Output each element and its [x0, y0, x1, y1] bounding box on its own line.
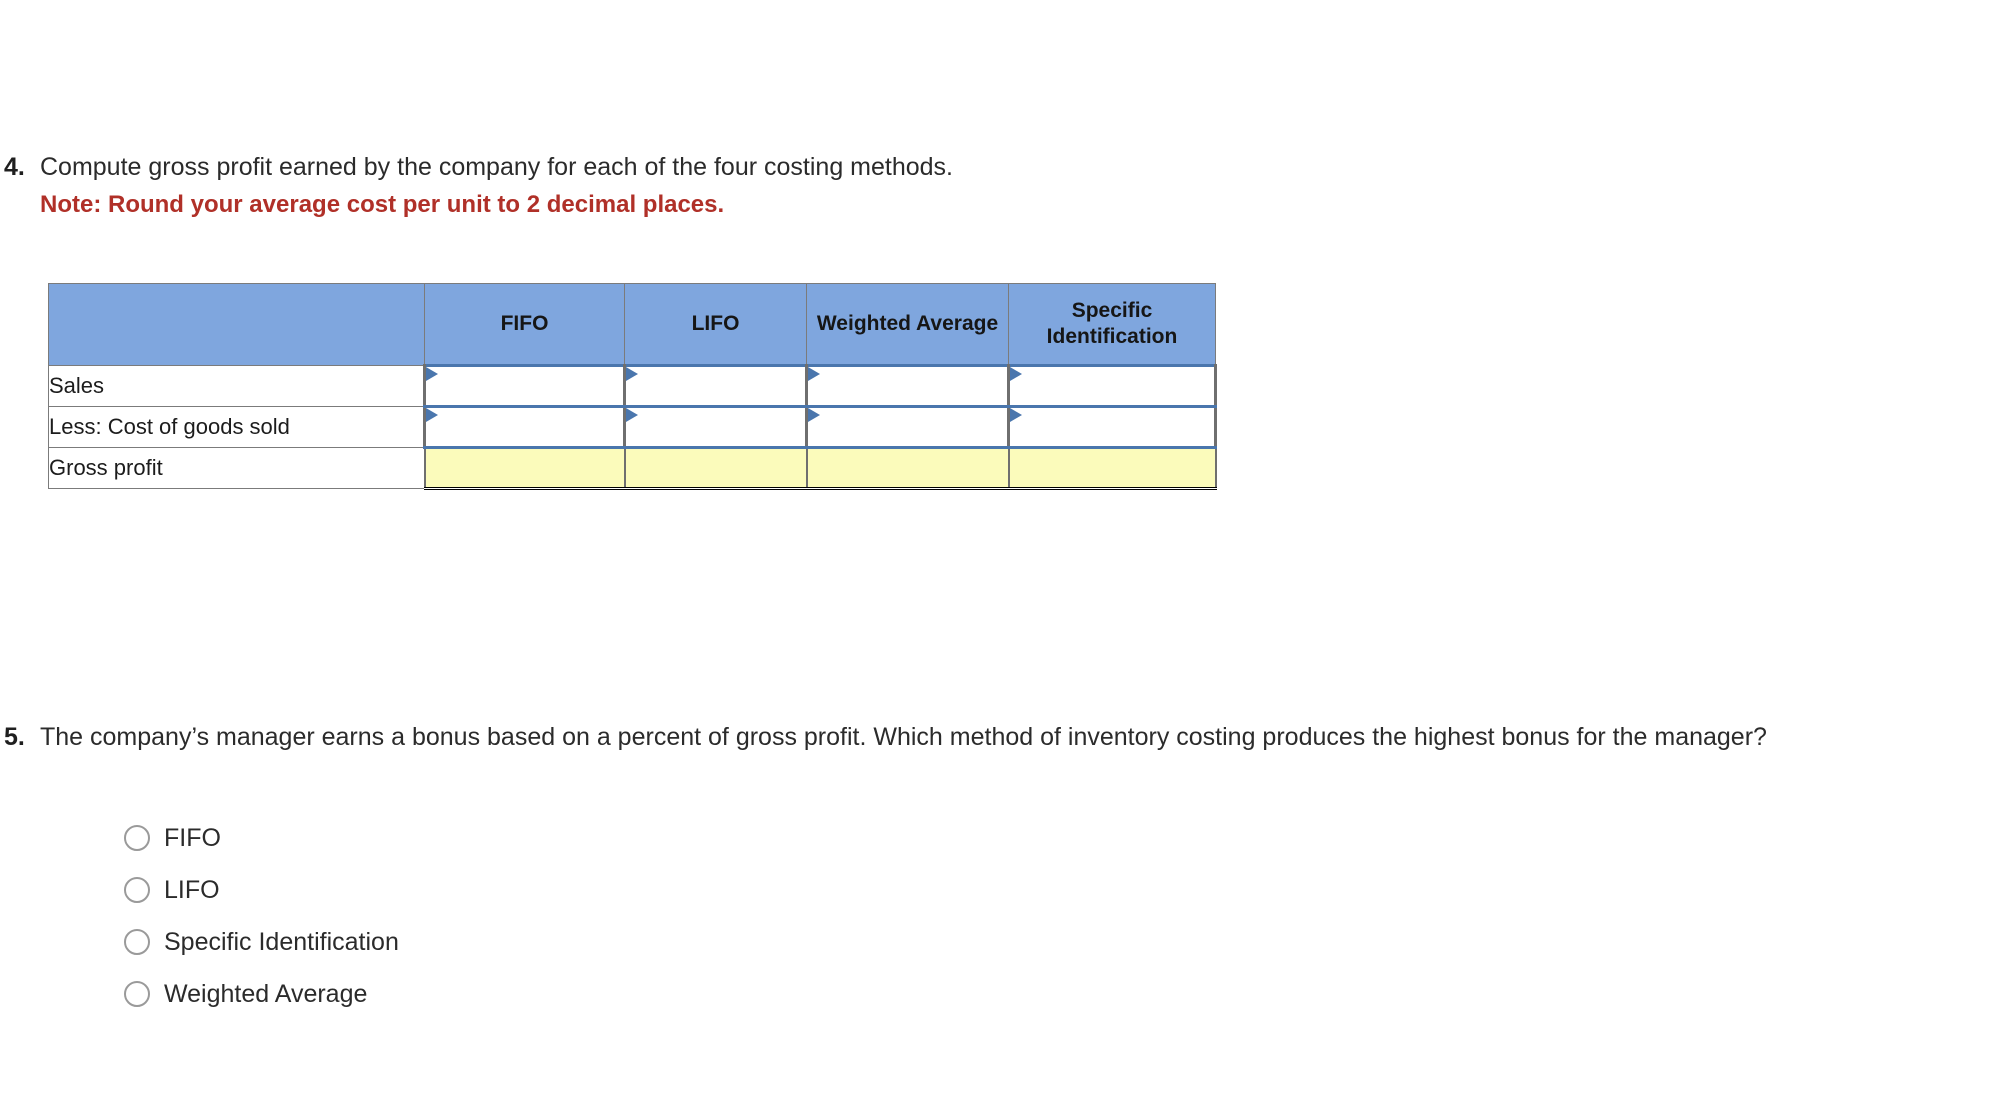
- input-marker-triangle-icon: [626, 367, 638, 381]
- input-marker-triangle-icon: [426, 408, 438, 422]
- cell-gross-profit-fifo-value: [428, 449, 622, 487]
- table-row-sales: Sales: [48, 364, 1217, 408]
- cell-gross-profit-specific-identification: [1007, 446, 1217, 490]
- question-5-number: 5.: [4, 723, 25, 751]
- table-header-weighted-average: Weighted Average: [806, 283, 1009, 366]
- question-4-text: Compute gross profit earned by the compa…: [40, 153, 954, 181]
- input-marker-triangle-icon: [426, 367, 438, 381]
- cell-sales-weighted-average[interactable]: [805, 364, 1010, 408]
- table-row-cost-of-goods-sold: Less: Cost of goods sold: [48, 405, 1217, 449]
- gross-profit-table-wrapper: FIFO LIFO Weighted Average Specific Iden…: [48, 283, 1217, 490]
- cell-gross-profit-specific-identification-value: [1012, 449, 1213, 487]
- question-5-block: 5. The company’s manager earns a bonus b…: [0, 718, 1860, 756]
- row-label-gross-profit: Gross profit: [48, 447, 425, 489]
- cell-sales-specific-identification-value[interactable]: [1024, 367, 1212, 405]
- radio-button-fifo-icon[interactable]: [124, 825, 150, 851]
- option-label-specific-identification: Specific Identification: [164, 928, 399, 956]
- option-row-weighted-average[interactable]: Weighted Average: [124, 968, 399, 1020]
- question-5-options: FIFO LIFO Specific Identification Weight…: [124, 812, 399, 1020]
- cell-sales-specific-identification[interactable]: [1007, 364, 1217, 408]
- input-marker-triangle-icon: [1010, 367, 1022, 381]
- input-marker-triangle-icon: [626, 408, 638, 422]
- table-header-blank: [48, 283, 425, 366]
- input-marker-triangle-icon: [1010, 408, 1022, 422]
- option-label-weighted-average: Weighted Average: [164, 980, 368, 1008]
- cell-cogs-fifo[interactable]: [423, 405, 626, 449]
- cell-sales-fifo[interactable]: [423, 364, 626, 408]
- table-header-specific-identification: Specific Identification: [1008, 283, 1216, 366]
- option-row-fifo[interactable]: FIFO: [124, 812, 399, 864]
- option-label-lifo: LIFO: [164, 876, 220, 904]
- cell-sales-lifo-value[interactable]: [640, 367, 803, 405]
- cell-sales-lifo[interactable]: [623, 364, 808, 408]
- cell-gross-profit-lifo: [623, 446, 808, 490]
- cell-gross-profit-weighted-average: [805, 446, 1010, 490]
- cell-cogs-lifo[interactable]: [623, 405, 808, 449]
- cell-cogs-specific-identification[interactable]: [1007, 405, 1217, 449]
- cell-cogs-specific-identification-value[interactable]: [1024, 408, 1212, 446]
- cell-gross-profit-lifo-value: [628, 449, 804, 487]
- cell-cogs-fifo-value[interactable]: [440, 408, 621, 446]
- radio-button-weighted-average-icon[interactable]: [124, 981, 150, 1007]
- option-label-fifo: FIFO: [164, 824, 221, 852]
- question-4-body: Compute gross profit earned by the compa…: [40, 148, 1400, 224]
- cell-sales-fifo-value[interactable]: [440, 367, 621, 405]
- table-header-fifo: FIFO: [424, 283, 625, 366]
- input-marker-triangle-icon: [808, 367, 820, 381]
- table-header-lifo: LIFO: [624, 283, 807, 366]
- option-row-lifo[interactable]: LIFO: [124, 864, 399, 916]
- radio-button-lifo-icon[interactable]: [124, 877, 150, 903]
- cell-gross-profit-weighted-average-value: [810, 449, 1006, 487]
- cell-cogs-weighted-average-value[interactable]: [822, 408, 1005, 446]
- table-header-row: FIFO LIFO Weighted Average Specific Iden…: [48, 283, 1216, 366]
- table-row-gross-profit: Gross profit: [48, 446, 1217, 490]
- cell-sales-weighted-average-value[interactable]: [822, 367, 1005, 405]
- row-label-sales: Sales: [48, 365, 425, 407]
- cell-gross-profit-fifo: [423, 446, 626, 490]
- row-label-cost-of-goods-sold: Less: Cost of goods sold: [48, 406, 425, 448]
- question-4-number: 4.: [4, 153, 25, 181]
- question-5-text: The company’s manager earns a bonus base…: [40, 723, 1767, 751]
- question-4-block: 4. Compute gross profit earned by the co…: [0, 148, 1400, 224]
- gross-profit-table: FIFO LIFO Weighted Average Specific Iden…: [48, 283, 1217, 490]
- cell-cogs-lifo-value[interactable]: [640, 408, 803, 446]
- cell-cogs-weighted-average[interactable]: [805, 405, 1010, 449]
- question-4-note: Note: Round your average cost per unit t…: [40, 191, 725, 218]
- question-5-body: The company’s manager earns a bonus base…: [40, 718, 1860, 756]
- option-row-specific-identification[interactable]: Specific Identification: [124, 916, 399, 968]
- radio-button-specific-identification-icon[interactable]: [124, 929, 150, 955]
- input-marker-triangle-icon: [808, 408, 820, 422]
